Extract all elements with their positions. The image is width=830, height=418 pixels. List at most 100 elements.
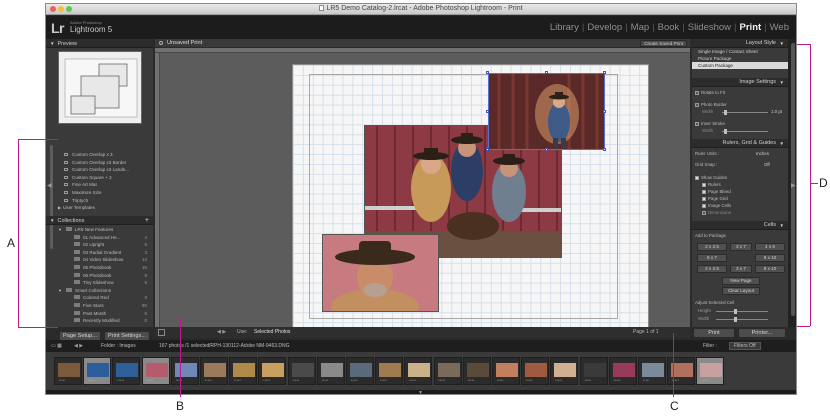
resize-handle[interactable] [603,110,606,113]
filmstrip-thumbnail[interactable]: ••••• [375,357,404,385]
collections-panel-header[interactable]: ▼ Collections + [46,216,153,225]
inner-stroke-checkbox[interactable] [695,122,699,126]
resize-handle[interactable] [545,148,548,151]
collection-set[interactable]: ▼ LR5 New Features [46,226,153,234]
template-item[interactable]: Fine Art Mat [46,181,153,189]
resize-handle[interactable] [486,71,489,74]
cell-size-button[interactable]: 3 x 7 [730,265,752,273]
guide-option-page-grid[interactable]: Page Grid [702,196,728,201]
module-book[interactable]: Book [655,22,683,33]
filmstrip-thumbnail[interactable]: ••••• [141,357,170,385]
photo-border-checkbox[interactable] [695,103,699,107]
image-settings-header[interactable]: Image Settings ▼ [692,78,788,87]
slider-knob[interactable] [724,129,727,134]
filmstrip-thumbnail[interactable]: ••••• [54,357,82,385]
collection-item[interactable]: 04 Video Slideshow 14 [46,256,153,264]
create-saved-print-button[interactable]: Create Saved Print [640,40,687,47]
module-print[interactable]: Print [737,22,765,33]
cell-size-button[interactable]: 2 x 2.5 [697,243,727,251]
filmstrip-thumbnail[interactable]: ••••• [287,357,316,385]
preview-panel-header[interactable]: ▼ Preview [46,39,153,48]
module-map[interactable]: Map [628,22,652,33]
filmstrip-thumbnail[interactable]: ••••• [404,357,433,385]
filmstrip-thumbnail[interactable]: ••••• [316,357,345,385]
filmstrip-thumbnail[interactable]: ••••• [258,357,287,385]
collection-item[interactable]: 02 Upright 6 [46,241,153,249]
slider-knob[interactable] [724,110,727,115]
scrollbar-thumb[interactable] [791,43,795,316]
filmstrip-thumbnail[interactable]: ••••• [462,357,491,385]
inner-stroke-option[interactable]: Inner Stroke [695,121,725,126]
filmstrip-thumbnail[interactable]: ••••• [579,357,608,385]
grid-snap-dropdown[interactable]: Off [764,162,770,167]
rotate-to-fit-option[interactable]: Rotate to Fit [695,90,725,95]
rulers-grid-guides-header[interactable]: Rulers, Grid & Guides ▼ [692,139,788,148]
collection-item[interactable]: 06 Photobook 9 [46,272,153,280]
template-item[interactable]: Triptych [46,197,153,205]
filmstrip-nav-arrows-icon[interactable]: ◀ ▶ [74,343,83,349]
user-templates-folder[interactable]: ▶ User Templates [46,204,153,212]
collection-set[interactable]: ▼ Smart Collections [46,287,153,295]
guide-checkbox[interactable] [702,190,706,194]
collection-item[interactable]: 03 Radial Gradient 3 [46,249,153,257]
photo-cell-portrait[interactable] [322,234,439,312]
resize-handle[interactable] [486,148,489,151]
guide-option-page-bleed[interactable]: Page Bleed [702,189,731,194]
cell-size-button[interactable]: 8 x 10 [755,265,785,273]
collection-item[interactable]: 05 Photobook 15 [46,264,153,272]
guide-option-image-cells[interactable]: Image Cells [702,203,731,208]
collection-item[interactable]: Colored Red 0 [46,294,153,302]
filter-dropdown[interactable]: Filters Off [729,342,761,350]
module-develop[interactable]: Develop [584,22,625,33]
photo-border-width-slider[interactable] [722,110,768,115]
collection-item[interactable]: Tiny Slideshow 6 [46,279,153,287]
filmstrip-thumbnail[interactable]: ••••• [200,357,228,385]
cells-header[interactable]: Cells ▼ [692,221,788,230]
cell-size-button[interactable]: 2 x 2.5 [697,265,727,273]
photo-cell-selected[interactable] [488,73,605,150]
slider-knob[interactable] [734,317,737,322]
template-item[interactable]: Custom Square + 2 [46,174,153,182]
left-panel-toggle-icon[interactable]: ◀ [47,182,52,189]
print-button[interactable]: Print [693,328,735,338]
template-item[interactable]: Custom Overlap x3 Border [46,159,153,167]
filmstrip-thumbnail[interactable]: ••••• [667,357,696,385]
cell-width-slider[interactable] [716,317,768,322]
guide-checkbox[interactable] [702,197,706,201]
cell-size-button[interactable]: 8 x 10 [755,254,785,262]
resize-handle[interactable] [603,148,606,151]
show-guides-option[interactable]: Show Guides [695,175,727,180]
inner-stroke-width-slider[interactable] [722,129,768,134]
rotate-to-fit-checkbox[interactable] [695,91,699,95]
module-web[interactable]: Web [767,22,792,33]
guide-checkbox[interactable] [702,211,706,215]
filmstrip-thumbnail[interactable]: ••••• [112,357,141,385]
filmstrip-thumbnail[interactable]: ••••• [229,357,258,385]
template-item[interactable]: Custom Overlap x 3 [46,151,153,159]
cell-size-button[interactable]: 3 x 7 [730,243,752,251]
module-slideshow[interactable]: Slideshow [685,22,734,33]
filmstrip-thumbnail[interactable]: ••••• [346,357,374,385]
filmstrip-thumbnail[interactable]: ••••• [170,357,199,385]
new-page-button[interactable]: New Page [722,277,760,285]
filmstrip-thumbnail[interactable]: ••••• [83,357,112,385]
layout-style-picture-package[interactable]: Picture Package [692,55,788,62]
slider-knob[interactable] [734,309,737,314]
filmstrip-thumbnail[interactable]: ••••• [492,357,520,385]
guide-option-dimensions[interactable]: Dimensions [702,210,731,215]
view-toggle-icons[interactable]: ▭ ▦ [51,343,62,349]
filmstrip-toggle-icon[interactable]: ▼ [418,390,423,394]
nav-arrows-icon[interactable]: ◀ ▶ [217,329,226,335]
ruler-units-dropdown[interactable]: Inches [756,151,769,156]
stop-icon[interactable] [158,329,165,336]
add-collection-icon[interactable]: + [145,216,149,225]
layout-style-custom-package[interactable]: Custom Package [692,62,788,69]
filmstrip-thumbnail[interactable]: ••••• [521,357,550,385]
collection-item[interactable]: Five Stars 80 [46,302,153,310]
folder-source[interactable]: Folder : Images [101,343,136,349]
template-item[interactable]: Custom Overlap x3 Lands... [46,166,153,174]
collection-item[interactable]: Recently Modified 0 [46,317,153,325]
module-library[interactable]: Library [547,22,582,33]
clear-layout-button[interactable]: Clear Layout [722,287,760,295]
cell-size-button[interactable]: 5 x 7 [697,254,727,262]
